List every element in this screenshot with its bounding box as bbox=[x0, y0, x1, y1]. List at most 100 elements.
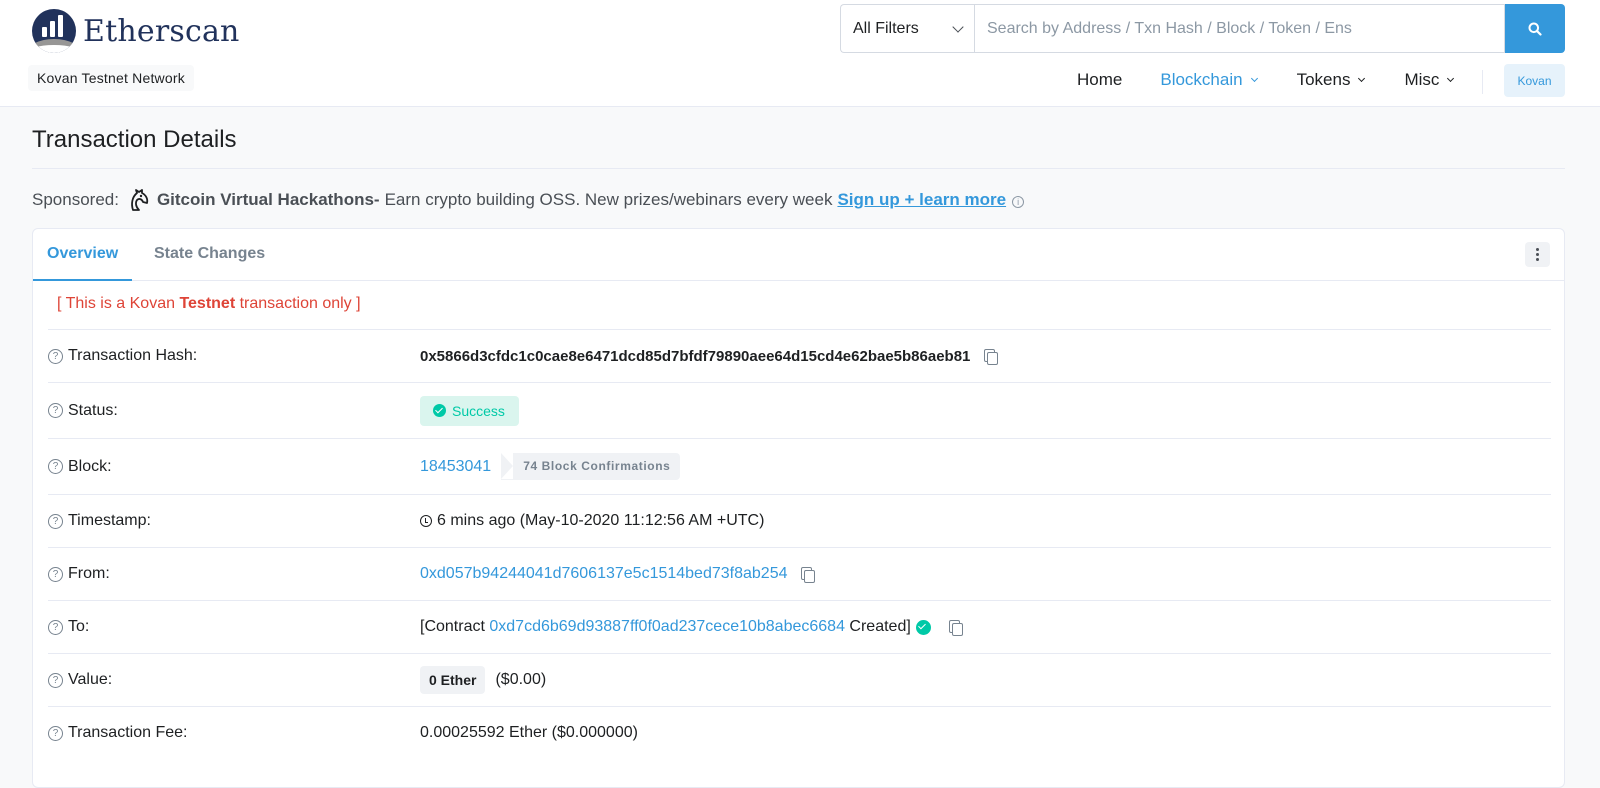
label-text: Block: bbox=[68, 457, 112, 475]
row-label: ? Transaction Fee: bbox=[48, 724, 187, 742]
row-value: 0xd057b94244041d7606137e5c1514bed73f8ab2… bbox=[420, 565, 816, 583]
check-circle-icon bbox=[433, 404, 446, 417]
row-label: ? Value: bbox=[48, 671, 112, 689]
nav-divider bbox=[1482, 70, 1483, 94]
row-value: 0 Ether ($0.00) bbox=[420, 666, 546, 694]
nav-blockchain-label: Blockchain bbox=[1160, 70, 1243, 89]
row-label: ? Transaction Hash: bbox=[48, 347, 197, 365]
tab-overview[interactable]: Overview bbox=[33, 229, 133, 281]
row-block: ? Block: 18453041 74 Block Confirmations bbox=[48, 438, 1551, 494]
info-icon[interactable]: i bbox=[1012, 196, 1025, 208]
clock-icon bbox=[420, 515, 432, 527]
row-transaction-fee: ? Transaction Fee: 0.00025592 Ether ($0.… bbox=[48, 706, 1551, 759]
search-input[interactable] bbox=[974, 4, 1505, 53]
row-value: 6 mins ago (May-10-2020 11:12:56 AM +UTC… bbox=[420, 512, 764, 530]
row-value: 18453041 74 Block Confirmations bbox=[420, 453, 681, 480]
nav-blockchain[interactable]: Blockchain bbox=[1160, 70, 1258, 90]
sponsor-text: Earn crypto building OSS. New prizes/web… bbox=[384, 190, 833, 209]
row-label: ? Block: bbox=[48, 458, 112, 476]
main-nav: Home Blockchain Tokens Misc bbox=[1077, 68, 1493, 92]
row-value-ether: ? Value: 0 Ether ($0.00) bbox=[48, 653, 1551, 706]
label-text: Timestamp: bbox=[68, 512, 151, 529]
network-switch-button[interactable]: Kovan bbox=[1504, 64, 1565, 97]
label-text: Value: bbox=[68, 671, 113, 688]
site-header: Etherscan Kovan Testnet Network All Filt… bbox=[0, 0, 1600, 107]
testnet-notice: [ This is a Kovan Testnet transaction on… bbox=[57, 295, 361, 313]
etherscan-logo[interactable]: Etherscan bbox=[32, 8, 240, 54]
row-value: 0.00025592 Ether ($0.000000) bbox=[420, 724, 638, 742]
row-value: [Contract 0xd7cd6b69d93887ff0f0ad237cece… bbox=[420, 618, 963, 636]
fee-value: 0.00025592 Ether ($0.000000) bbox=[420, 724, 638, 741]
search-icon bbox=[1528, 22, 1542, 36]
nav-misc-label: Misc bbox=[1404, 70, 1440, 89]
transaction-card: Overview State Changes [ This is a Kovan… bbox=[32, 228, 1565, 788]
to-prefix: [Contract bbox=[420, 618, 485, 635]
sponsor-label: Sponsored: bbox=[32, 190, 119, 209]
label-text: Status: bbox=[68, 401, 118, 419]
contract-address-link[interactable]: 0xd7cd6b69d93887ff0f0ad237cece10b8abec66… bbox=[489, 618, 845, 636]
help-icon[interactable]: ? bbox=[48, 672, 63, 688]
help-icon[interactable]: ? bbox=[48, 725, 63, 741]
row-label: ? From: bbox=[48, 565, 110, 583]
help-icon[interactable]: ? bbox=[48, 513, 63, 529]
row-from: ? From: 0xd057b94244041d7606137e5c1514be… bbox=[48, 547, 1551, 600]
copy-icon[interactable] bbox=[947, 619, 963, 636]
help-icon[interactable]: ? bbox=[48, 619, 63, 635]
row-value: 0x5866d3cfdc1c0cae8e6471dcd85d7bfdf79890… bbox=[420, 347, 999, 365]
tab-state-changes-label: State Changes bbox=[154, 245, 266, 262]
row-label: ? To: bbox=[48, 618, 89, 636]
chevron-down-icon bbox=[1250, 74, 1258, 83]
row-transaction-hash: ? Transaction Hash: 0x5866d3cfdc1c0cae8e… bbox=[48, 329, 1551, 382]
chevron-down-icon bbox=[1358, 74, 1366, 83]
tab-state-changes[interactable]: State Changes bbox=[154, 229, 265, 281]
gitcoin-logo-icon bbox=[131, 189, 149, 211]
help-icon[interactable]: ? bbox=[48, 348, 63, 364]
search-bar: All Filters bbox=[840, 4, 1565, 53]
nav-tokens-label: Tokens bbox=[1296, 70, 1351, 89]
nav-home-label: Home bbox=[1077, 70, 1123, 89]
chevron-down-icon bbox=[1447, 74, 1455, 83]
timestamp-text: 6 mins ago (May-10-2020 11:12:56 AM +UTC… bbox=[437, 512, 765, 529]
row-to: ? To: [Contract 0xd7cd6b69d93887ff0f0ad2… bbox=[48, 600, 1551, 653]
row-status: ? Status: Success bbox=[48, 382, 1551, 438]
help-icon[interactable]: ? bbox=[48, 459, 63, 474]
notice-prefix: [ This is a Kovan bbox=[57, 295, 175, 312]
network-badge: Kovan Testnet Network bbox=[28, 65, 194, 91]
nav-home[interactable]: Home bbox=[1077, 70, 1122, 90]
to-suffix: Created] bbox=[849, 618, 911, 635]
sponsor-link[interactable]: Sign up + learn more bbox=[837, 190, 1006, 210]
label-text: Transaction Fee: bbox=[68, 724, 188, 741]
row-timestamp: ? Timestamp: 6 mins ago (May-10-2020 11:… bbox=[48, 494, 1551, 547]
more-options-icon[interactable] bbox=[1525, 242, 1550, 267]
tab-bar: Overview State Changes bbox=[33, 229, 1564, 281]
tab-overview-label: Overview bbox=[47, 245, 119, 262]
from-address-link[interactable]: 0xd057b94244041d7606137e5c1514bed73f8ab2… bbox=[420, 565, 787, 583]
divider bbox=[32, 168, 1565, 169]
notice-bold: Testnet bbox=[179, 295, 236, 312]
sponsor-banner: Sponsored: Gitcoin Virtual Hackathons- E… bbox=[32, 188, 1025, 212]
etherscan-logo-icon bbox=[32, 9, 76, 53]
ether-amount-badge: 0 Ether bbox=[420, 666, 486, 694]
copy-icon[interactable] bbox=[982, 348, 999, 365]
nav-misc[interactable]: Misc bbox=[1404, 70, 1455, 90]
filter-select[interactable]: All Filters bbox=[840, 4, 974, 53]
block-number-link[interactable]: 18453041 bbox=[420, 458, 491, 476]
label-text: Transaction Hash: bbox=[68, 347, 198, 364]
help-icon[interactable]: ? bbox=[48, 403, 63, 418]
copy-icon[interactable] bbox=[799, 566, 816, 583]
label-text: From: bbox=[68, 565, 110, 582]
usd-value: ($0.00) bbox=[495, 671, 547, 688]
search-button[interactable] bbox=[1505, 4, 1565, 53]
nav-tokens[interactable]: Tokens bbox=[1296, 70, 1366, 90]
row-label: ? Status: bbox=[48, 402, 118, 420]
transaction-hash: 0x5866d3cfdc1c0cae8e6471dcd85d7bfdf79890… bbox=[420, 347, 971, 365]
page-title: Transaction Details bbox=[32, 126, 237, 153]
filter-select-value: All Filters bbox=[853, 19, 919, 37]
help-icon[interactable]: ? bbox=[48, 566, 63, 582]
sponsor-name: Gitcoin Virtual Hackathons- bbox=[156, 190, 380, 209]
label-text: To: bbox=[68, 618, 90, 635]
status-text: Success bbox=[452, 402, 505, 419]
row-value: Success bbox=[420, 395, 519, 426]
confirmations-badge: 74 Block Confirmations bbox=[501, 453, 681, 480]
brand-name: Etherscan bbox=[83, 13, 240, 49]
